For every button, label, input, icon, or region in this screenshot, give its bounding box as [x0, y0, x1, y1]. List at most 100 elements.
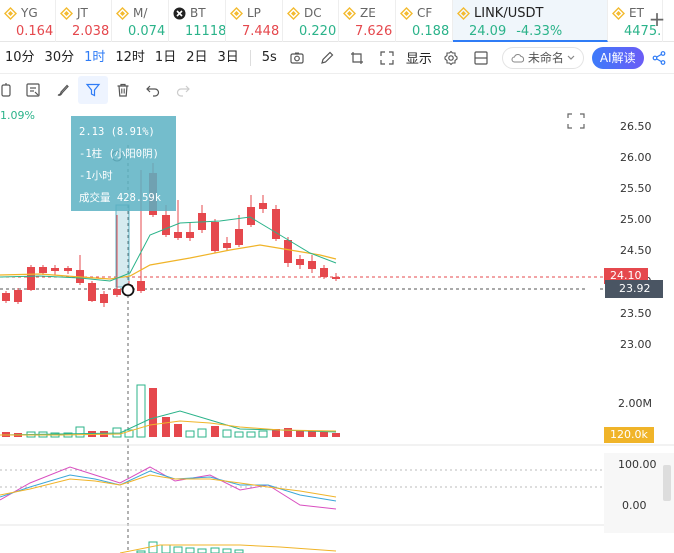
ticker-name: DC: [304, 6, 322, 20]
macd-bar: [222, 548, 232, 553]
volume-bar: [162, 417, 170, 437]
crop-icon[interactable]: [347, 48, 367, 68]
ticker-price: 0.074: [128, 24, 166, 39]
candle-body: [211, 222, 219, 251]
volume-bar: [222, 429, 232, 438]
candle-body: [320, 268, 328, 277]
redo-icon[interactable]: [168, 76, 198, 104]
interval-12h[interactable]: 12时: [110, 47, 150, 69]
layout-name-select[interactable]: 未命名: [501, 46, 584, 69]
undo-icon[interactable]: [138, 76, 168, 104]
price-axis-label: 26.50: [620, 120, 652, 133]
candle-body: [332, 277, 340, 279]
ticker-bar: YG 0.164 JT 2.038 M/0.074 BT 11118 LP 7.448 DC 0.2…: [0, 0, 674, 42]
chevron-down-icon: [567, 55, 575, 60]
volume-bar: [308, 431, 316, 437]
interval-1h[interactable]: 1时: [79, 47, 110, 69]
candle-body: [100, 294, 108, 303]
candle-body: [39, 267, 47, 273]
interval-1d[interactable]: 1日: [150, 47, 181, 69]
ticker-tab[interactable]: ZE 7.626: [339, 0, 396, 42]
volume-bar: [136, 384, 146, 438]
volume-bar: [112, 427, 122, 438]
candle-body: [51, 268, 59, 271]
interval-30m[interactable]: 30分: [40, 47, 80, 69]
volume-bar: [258, 430, 268, 438]
ticker-tab[interactable]: LINK/USDT 24.09 -4.33%: [453, 0, 608, 42]
ticker-tab[interactable]: CF 0.188: [396, 0, 453, 42]
candle-body: [27, 267, 35, 290]
display-button[interactable]: 显示: [402, 48, 436, 67]
coin-icon: [116, 6, 129, 20]
coin-icon: [457, 6, 470, 20]
ticker-tab[interactable]: JT 2.038: [56, 0, 112, 42]
macd-bar: [210, 547, 220, 553]
macd-bar: [197, 548, 207, 553]
ai-analysis-button[interactable]: AI解读: [591, 46, 644, 69]
percent-change-label: 1.09%: [0, 109, 35, 122]
ticker-name: LP: [247, 6, 261, 20]
ticker-tab[interactable]: YG 0.164: [0, 0, 56, 42]
interval-5s[interactable]: 5s: [257, 47, 282, 69]
ticker-price: 7.626: [355, 24, 393, 39]
candle-body: [113, 289, 121, 295]
ticker-tab[interactable]: DC 0.220: [283, 0, 339, 42]
filter-icon[interactable]: [78, 76, 108, 104]
candle-body: [284, 240, 292, 263]
cloud-icon: [511, 53, 524, 62]
coin-icon: [230, 6, 243, 20]
camera-icon[interactable]: [287, 48, 307, 68]
price-axis-label: 23.00: [620, 338, 652, 351]
volume-bar: [211, 426, 219, 437]
chart-toolbar: 10分 30分 1时 12时 1日 2日 3日 5s 显示 未命名 AI解读: [0, 42, 674, 74]
tooltip-duration: -1小时: [79, 170, 113, 182]
ticker-name: M/: [133, 6, 148, 20]
ticker-tab[interactable]: M/0.074: [112, 0, 169, 42]
drawing-toolbar: [0, 75, 674, 105]
interval-3d[interactable]: 3日: [212, 47, 243, 69]
candle-tooltip: 2.13 (8.91%) -1柱 (小阳0阴) -1小时 成交量 428.59k: [71, 116, 176, 211]
fullscreen-icon[interactable]: [377, 48, 397, 68]
pen-icon[interactable]: [317, 48, 337, 68]
coin-icon: [400, 6, 413, 20]
indicator-icon[interactable]: [0, 76, 18, 104]
add-tab-button[interactable]: +: [646, 8, 668, 30]
ticker-tab[interactable]: BT 11118: [169, 0, 226, 42]
interval-2d[interactable]: 2日: [181, 47, 212, 69]
candle-body: [247, 207, 255, 225]
scrollbar-handle[interactable]: [663, 465, 671, 501]
volume-bar: [284, 428, 292, 437]
volume-bar: [149, 388, 157, 437]
price-axis-label: 25.50: [620, 182, 652, 195]
macd-bar: [148, 541, 158, 553]
ticker-price: 0.164: [16, 24, 54, 39]
ticker-name: ET: [629, 6, 644, 20]
delete-icon[interactable]: [108, 76, 138, 104]
candle-body: [88, 283, 96, 301]
ticker-price: 24.09: [469, 24, 507, 39]
interval-10m[interactable]: 10分: [0, 47, 40, 69]
volume-bar: [234, 431, 244, 438]
brush-icon[interactable]: [48, 76, 78, 104]
layout-name-label: 未命名: [527, 51, 564, 65]
osc-line-d: [0, 474, 337, 498]
macd-bar: [173, 546, 183, 553]
volume-bar: [320, 432, 328, 437]
template-icon[interactable]: [18, 76, 48, 104]
candle-body: [2, 293, 10, 301]
price-axis-label: 25.00: [620, 213, 652, 226]
ticker-name: LINK/USDT: [474, 5, 544, 21]
price-axis-label: 26.00: [620, 151, 652, 164]
coin-icon: [612, 6, 625, 20]
price-axis-label: 24.50: [620, 244, 652, 257]
settings-icon[interactable]: [441, 48, 461, 68]
osc-line-j: [0, 466, 337, 510]
share-icon[interactable]: [649, 48, 669, 68]
ticker-name: CF: [417, 6, 433, 20]
candle-body: [64, 268, 72, 271]
ticker-name: JT: [77, 6, 88, 20]
chart-area[interactable]: 1.09% 26.5026.0025.5025.0024.5024.0023.5…: [0, 105, 674, 553]
ticker-tab[interactable]: LP 7.448: [226, 0, 283, 42]
layout-icon[interactable]: [471, 48, 491, 68]
expand-icon[interactable]: [567, 113, 585, 129]
